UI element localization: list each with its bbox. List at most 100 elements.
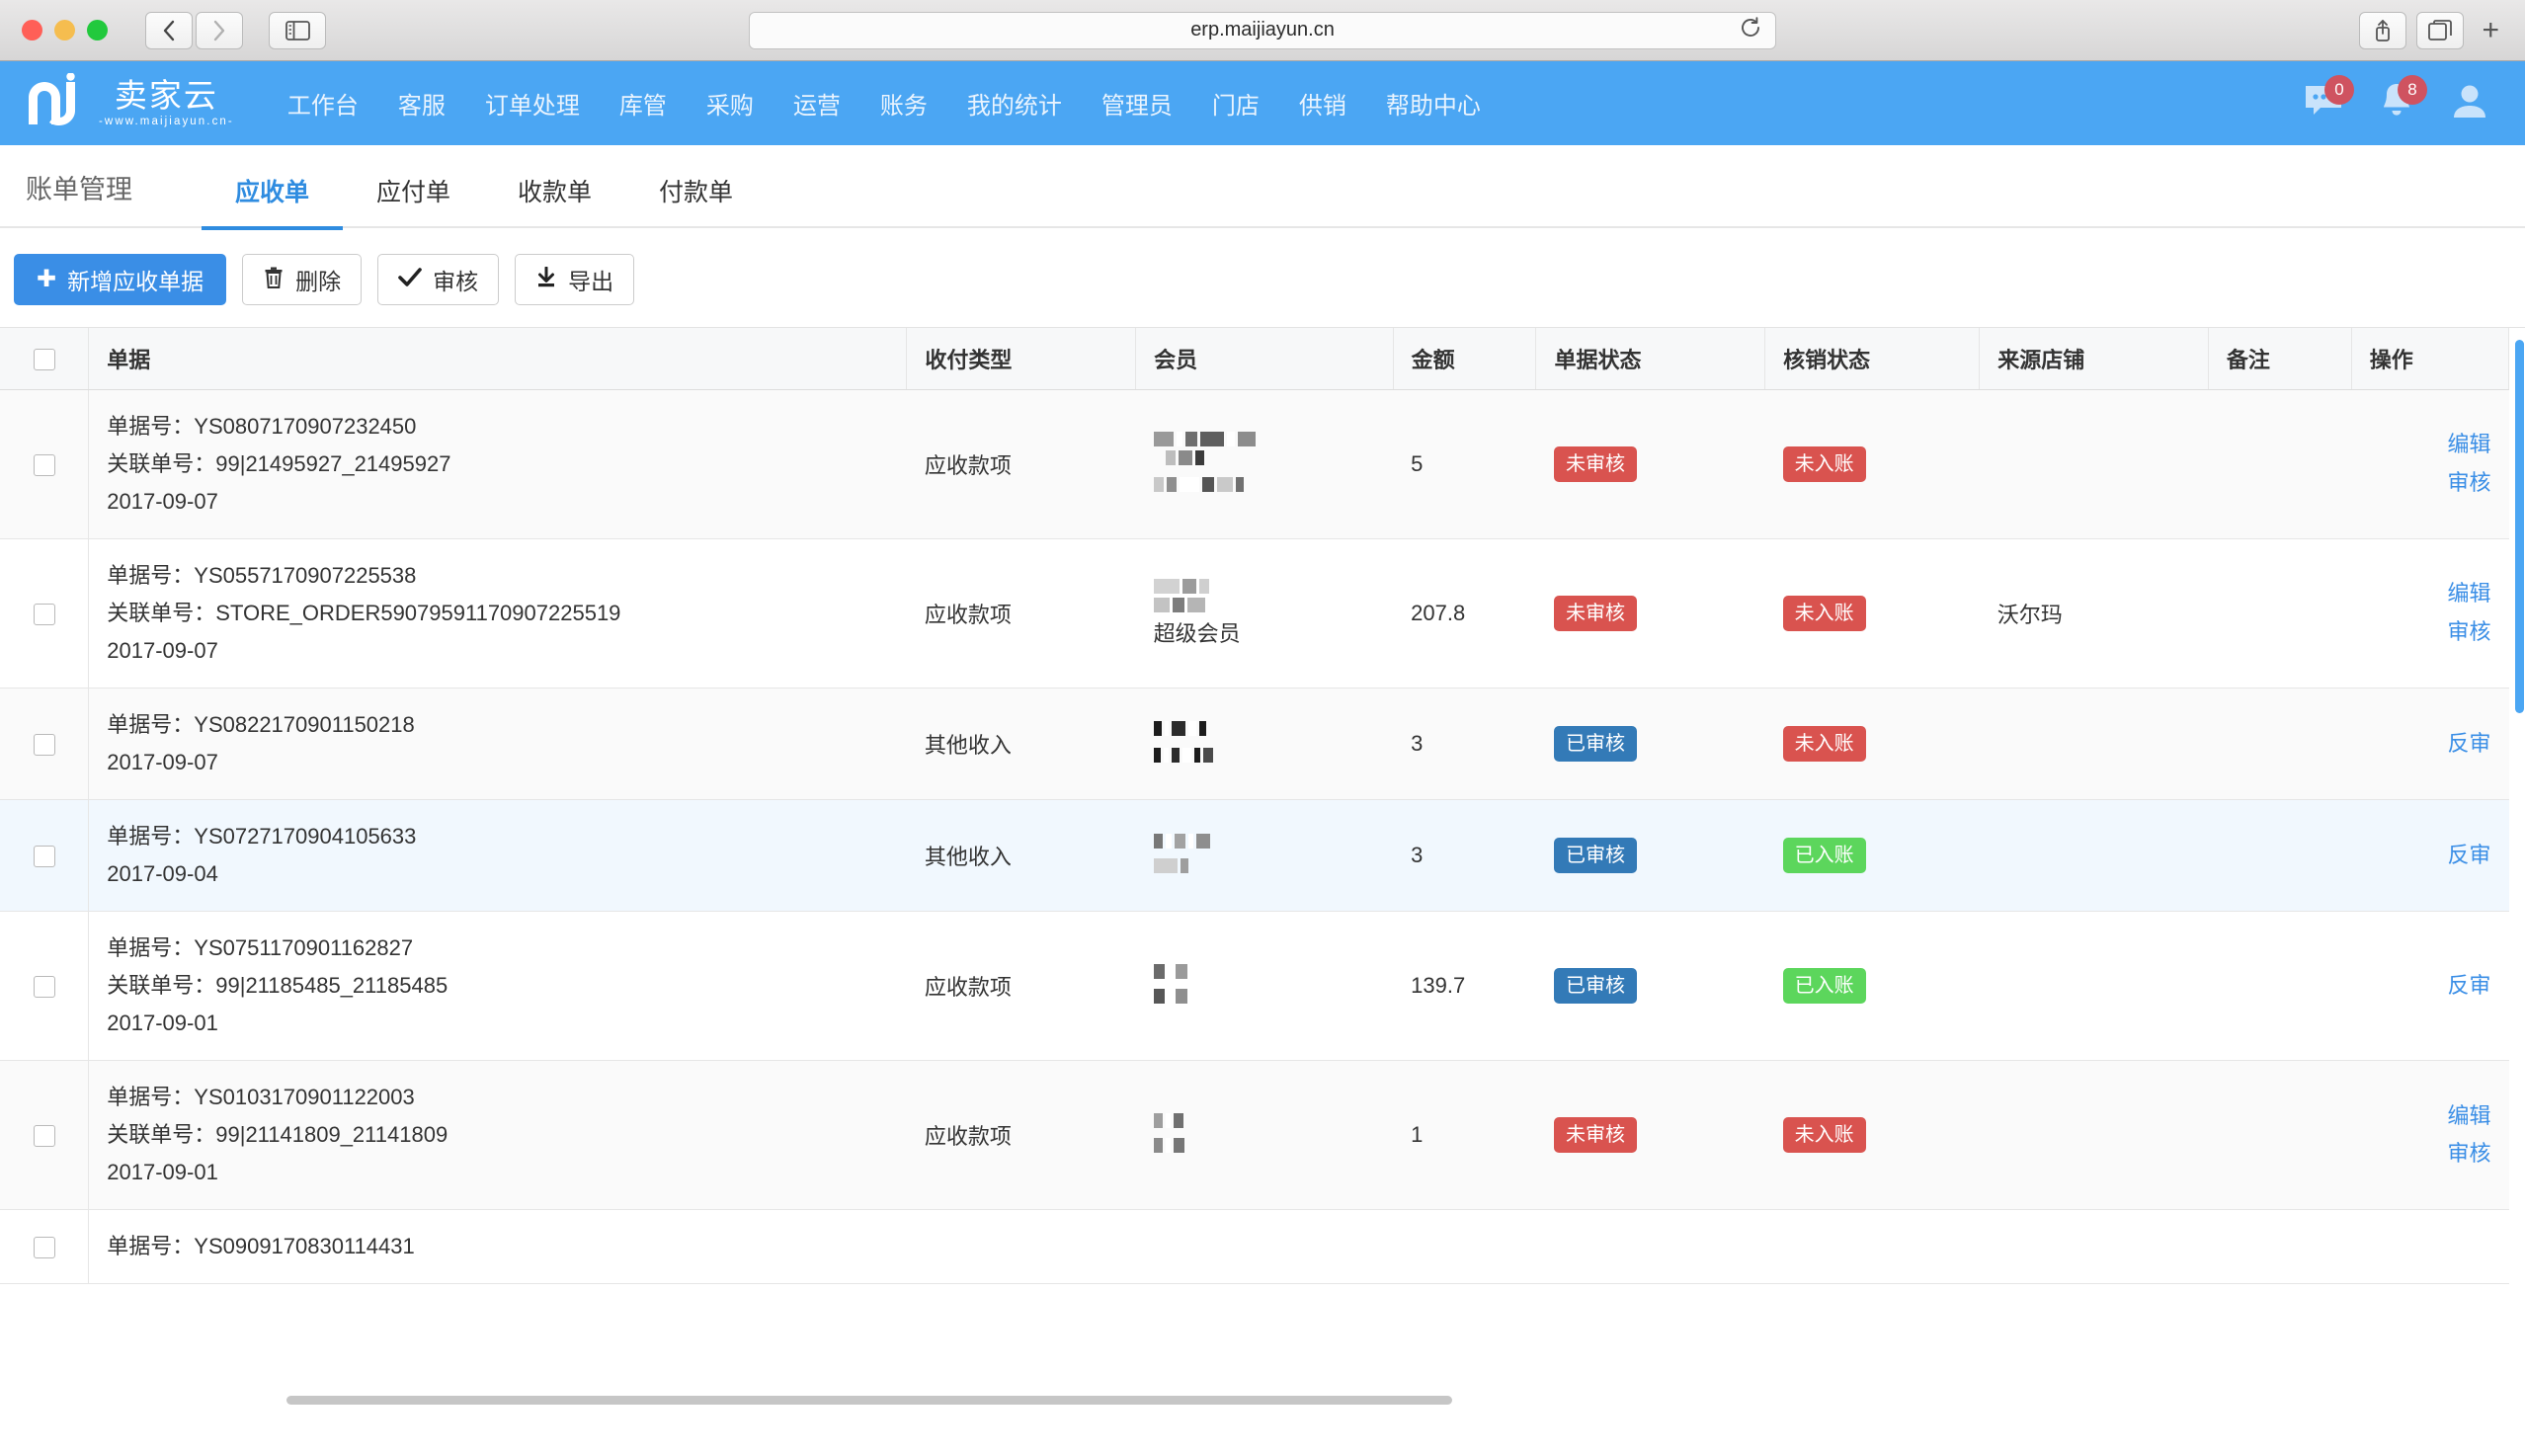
close-window-button[interactable] xyxy=(22,20,42,40)
table-row[interactable]: 单据号：YS0727170904105633 2017-09-04 其他收入 3… xyxy=(0,799,2509,912)
nav-item-guanliyuan[interactable]: 管理员 xyxy=(1082,86,1192,121)
new-tab-button[interactable]: + xyxy=(2474,15,2507,45)
audit-link[interactable]: 审核 xyxy=(2369,1135,2490,1173)
nav-item-dingdanchuli[interactable]: 订单处理 xyxy=(465,86,600,121)
table-row[interactable]: 单据号：YS0557170907225538 关联单号：STORE_ORDER5… xyxy=(0,538,2509,688)
amount-cell xyxy=(1393,1209,1536,1285)
back-button[interactable] xyxy=(145,11,193,49)
share-button[interactable] xyxy=(2359,11,2407,49)
document-number: 单据号：YS0557170907225538 xyxy=(107,562,417,588)
tab-payable[interactable]: 应付单 xyxy=(343,173,484,230)
user-account-button[interactable] xyxy=(2448,82,2491,125)
settlestatus-cell: 未入账 xyxy=(1764,538,1980,688)
table-row[interactable]: 单据号：YS0103170901122003 关联单号：99|21141809_… xyxy=(0,1060,2509,1211)
edit-link[interactable]: 编辑 xyxy=(2369,575,2490,613)
app-logo[interactable]: 卖家云 -www.maijiayun.cn- xyxy=(26,72,234,133)
vertical-scrollbar[interactable] xyxy=(2513,340,2525,1407)
chrome-right-controls: + xyxy=(2359,11,2525,49)
nav-item-kefu[interactable]: 客服 xyxy=(378,86,465,121)
remark-cell xyxy=(2208,688,2352,800)
vertical-scrollbar-thumb[interactable] xyxy=(2515,340,2524,713)
table-row[interactable]: 单据号：YS0751170901162827 关联单号：99|21185485_… xyxy=(0,911,2509,1062)
related-number: 关联单号：99|21495927_21495927 xyxy=(107,450,451,476)
document-date: 2017-09-07 xyxy=(107,488,218,514)
horizontal-scrollbar[interactable] xyxy=(0,1393,2525,1407)
reload-icon[interactable] xyxy=(1740,16,1761,44)
shop-cell xyxy=(1979,1209,2209,1285)
settle-badge: 未入账 xyxy=(1782,595,1866,631)
add-receivable-button[interactable]: ✚ 新增应收单据 xyxy=(14,254,227,305)
notifications-button[interactable]: 8 xyxy=(2375,74,2427,125)
status-badge: 已审核 xyxy=(1553,837,1637,873)
minimize-window-button[interactable] xyxy=(54,20,75,40)
messages-button[interactable]: 0 xyxy=(2302,74,2354,125)
audit-link[interactable]: 审核 xyxy=(2369,613,2490,652)
tab-overview-button[interactable] xyxy=(2416,11,2465,49)
user-avatar-icon xyxy=(2451,82,2488,124)
nav-item-zhangwu[interactable]: 账务 xyxy=(860,86,947,121)
row-select-cell[interactable] xyxy=(0,1060,90,1211)
nav-item-kuguan[interactable]: 库管 xyxy=(600,86,687,121)
shop-cell: 沃尔玛 xyxy=(1979,538,2209,688)
tab-receivable[interactable]: 应收单 xyxy=(202,173,344,230)
horizontal-scrollbar-thumb[interactable] xyxy=(286,1396,1452,1405)
row-checkbox[interactable] xyxy=(33,453,55,476)
address-bar[interactable]: erp.maijiayun.cn xyxy=(749,11,1776,49)
tab-receipt[interactable]: 收款单 xyxy=(484,173,625,230)
edit-link[interactable]: 编辑 xyxy=(2369,426,2490,464)
nav-item-mendian[interactable]: 门店 xyxy=(1192,86,1279,121)
export-button[interactable]: 导出 xyxy=(515,254,635,305)
docstatus-cell: 未审核 xyxy=(1535,1060,1765,1211)
select-all-header[interactable] xyxy=(0,328,90,390)
row-checkbox[interactable] xyxy=(33,976,55,999)
status-badge: 未审核 xyxy=(1553,595,1637,631)
table-row[interactable]: 单据号：YS0807170907232450 关联单号：99|21495927_… xyxy=(0,389,2509,539)
maximize-window-button[interactable] xyxy=(87,20,108,40)
delete-button[interactable]: 删除 xyxy=(242,254,363,305)
nav-item-yunying[interactable]: 运营 xyxy=(774,86,860,121)
edit-link[interactable]: 编辑 xyxy=(2369,1097,2490,1136)
export-label: 导出 xyxy=(568,269,614,294)
row-select-cell[interactable] xyxy=(0,688,90,800)
sidebar-toggle-button[interactable] xyxy=(269,11,326,49)
unaudit-link[interactable]: 反审 xyxy=(2369,837,2490,875)
document-date: 2017-09-07 xyxy=(107,749,218,774)
nav-item-caigou[interactable]: 采购 xyxy=(687,86,774,121)
row-select-cell[interactable] xyxy=(0,538,90,688)
row-checkbox[interactable] xyxy=(33,734,55,757)
row-select-cell[interactable] xyxy=(0,1209,90,1285)
paytype-cell: 应收款项 xyxy=(906,389,1136,539)
document-number: 单据号：YS0751170901162827 xyxy=(107,934,414,960)
member-cell xyxy=(1135,688,1394,800)
row-checkbox[interactable] xyxy=(33,1125,55,1148)
column-header-docstatus: 单据状态 xyxy=(1535,328,1766,390)
nav-item-wodetongji[interactable]: 我的统计 xyxy=(947,86,1082,121)
row-checkbox[interactable] xyxy=(33,846,55,868)
table-header-row: 单据 收付类型 会员 金额 单据状态 核销状态 来源店铺 备注 操作 xyxy=(0,328,2510,390)
row-checkbox[interactable] xyxy=(33,1237,55,1259)
forward-button[interactable] xyxy=(196,11,243,49)
nav-item-bangzhuzhongxin[interactable]: 帮助中心 xyxy=(1366,86,1501,121)
settle-badge: 未入账 xyxy=(1782,1117,1866,1154)
column-header-settlestatus: 核销状态 xyxy=(1764,328,1981,390)
row-checkbox[interactable] xyxy=(33,603,55,625)
unaudit-link[interactable]: 反审 xyxy=(2369,725,2490,764)
remark-cell xyxy=(2208,389,2352,539)
audit-button[interactable]: 审核 xyxy=(377,254,500,305)
select-all-checkbox[interactable] xyxy=(33,348,55,370)
row-select-cell[interactable] xyxy=(0,799,90,912)
trash-icon xyxy=(263,266,285,294)
tab-payment[interactable]: 付款单 xyxy=(625,173,767,230)
audit-link[interactable]: 审核 xyxy=(2369,464,2490,503)
table-row[interactable]: 单据号：YS0909170830114431 xyxy=(0,1209,2509,1285)
operation-cell: 反审 xyxy=(2351,911,2509,1062)
row-select-cell[interactable] xyxy=(0,911,90,1062)
nav-item-gongzuotai[interactable]: 工作台 xyxy=(268,86,378,121)
remark-cell xyxy=(2208,911,2352,1062)
nav-item-gongxiao[interactable]: 供销 xyxy=(1279,86,1366,121)
unaudit-link[interactable]: 反审 xyxy=(2369,967,2490,1006)
settlestatus-cell xyxy=(1764,1209,1980,1285)
table-row[interactable]: 单据号：YS0822170901150218 2017-09-07 其他收入 3… xyxy=(0,688,2509,800)
redacted-member-name xyxy=(1153,578,1376,612)
row-select-cell[interactable] xyxy=(0,389,90,539)
